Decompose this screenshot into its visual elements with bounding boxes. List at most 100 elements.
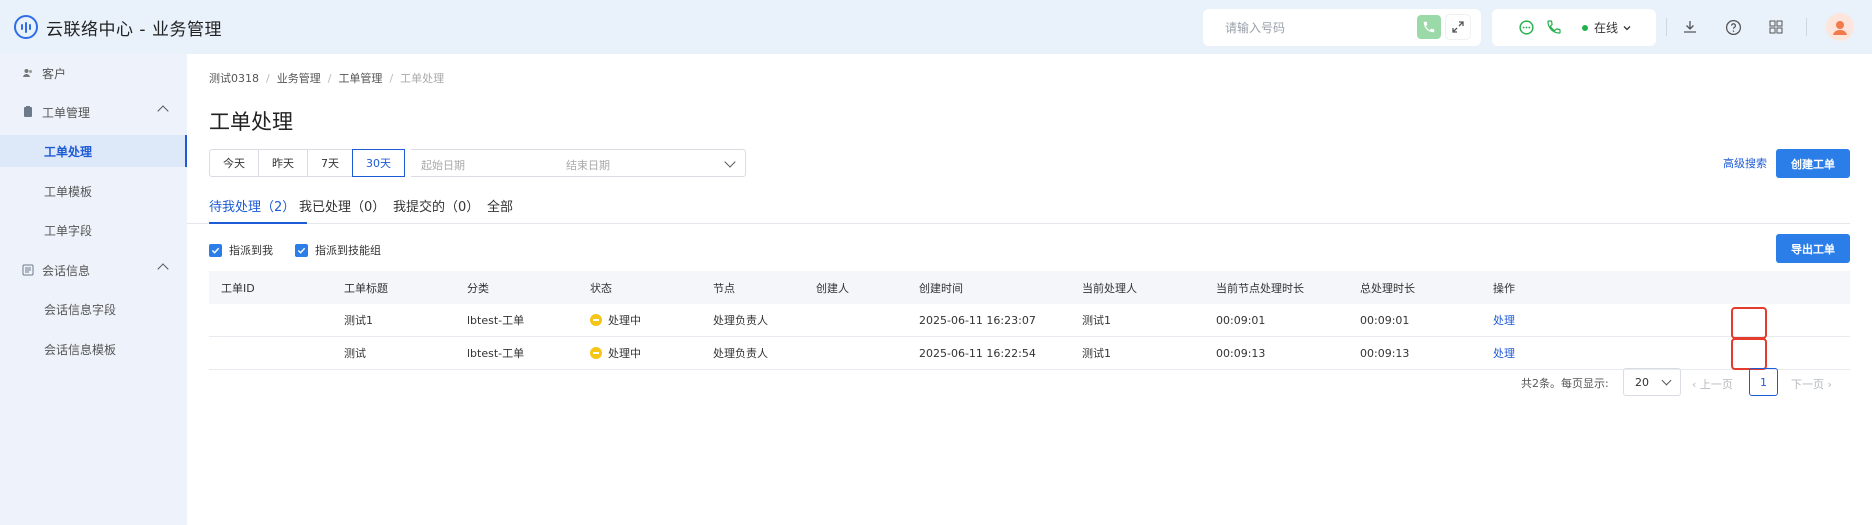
expand-button[interactable]: [1446, 15, 1470, 39]
chevron-down-icon: [1623, 25, 1631, 30]
ticket-icon: [22, 106, 34, 118]
call-button[interactable]: [1417, 15, 1441, 39]
sidebar-item-session-fields[interactable]: 会话信息字段: [0, 293, 187, 325]
assignment-filters: 指派到我 指派到技能组: [209, 242, 403, 258]
node-duration: 00:09:01: [1216, 313, 1266, 327]
status-dropdown[interactable]: 在线: [1574, 9, 1632, 46]
phone-number-input[interactable]: [1225, 20, 1405, 35]
column-header: 分类: [467, 281, 489, 295]
range-7days-button[interactable]: 7天: [307, 149, 353, 177]
checkbox-label: 指派到我: [229, 244, 273, 257]
ticket-category: lbtest-工单: [467, 314, 525, 327]
sidebar-item-label: 会话信息: [42, 263, 91, 278]
header-divider: [1806, 18, 1807, 36]
chevron-down-icon: [1661, 375, 1672, 386]
breadcrumb: 测试0318/ 业务管理 / 工单管理 / 工单处理: [209, 70, 445, 86]
active-tab-indicator: [209, 222, 307, 224]
sidebar-item-label: 工单处理: [44, 144, 93, 159]
ticket-table: 工单ID 工单标题 分类 状态 节点 创建人 创建时间 当前处理人 当前节点处理…: [209, 271, 1850, 370]
apps-icon[interactable]: [1766, 17, 1786, 37]
processing-status-icon: [590, 314, 602, 326]
process-ticket-link[interactable]: 处理: [1493, 345, 1515, 361]
date-range-picker[interactable]: 起始日期 结束日期: [411, 149, 746, 177]
sidebar-item-label: 会话信息模板: [44, 342, 117, 357]
pagination-summary: 共2条。每页显示:: [1521, 377, 1609, 390]
logo: 云联络中心 - 业务管理: [14, 15, 222, 40]
column-header: 状态: [590, 281, 612, 295]
sidebar-item-ticket-management[interactable]: 工单管理: [0, 96, 187, 128]
column-header: 当前处理人: [1082, 281, 1137, 295]
sidebar-item-session-template[interactable]: 会话信息模板: [0, 333, 187, 365]
sidebar-item-ticket-processing[interactable]: 工单处理: [0, 135, 187, 167]
agent-status-box: 在线: [1492, 9, 1656, 46]
assigned-to-skill-group-checkbox[interactable]: 指派到技能组: [295, 242, 381, 258]
page-number-current[interactable]: 1: [1749, 368, 1778, 396]
call-icon: [1423, 21, 1435, 33]
sidebar-item-ticket-template[interactable]: 工单模板: [0, 175, 187, 207]
dial-box: [1203, 9, 1481, 46]
checkbox-label: 指派到技能组: [315, 244, 381, 257]
breadcrumb-item[interactable]: 业务管理: [277, 70, 321, 86]
export-ticket-button[interactable]: 导出工单: [1776, 234, 1850, 263]
ticket-handler: 测试1: [1082, 314, 1111, 327]
chat-icon[interactable]: [1518, 19, 1535, 39]
table-row[interactable]: 测试 lbtest-工单 处理中 处理负责人 2025-06-11 16:22:…: [209, 337, 1850, 370]
ticket-tabs: 待我处理（2） 我已处理（0） 我提交的（0） 全部: [187, 186, 1850, 224]
download-icon[interactable]: [1680, 17, 1700, 37]
tab-submitted[interactable]: 我提交的（0）: [393, 196, 479, 215]
highlight-box: [1731, 338, 1767, 370]
prev-page-button[interactable]: ‹ 上一页: [1692, 376, 1733, 392]
next-page-button[interactable]: 下一页 ›: [1791, 376, 1832, 392]
advanced-search-link[interactable]: 高级搜索: [1723, 155, 1767, 171]
breadcrumb-item[interactable]: 测试0318: [209, 70, 259, 86]
page-size-value: 20: [1635, 375, 1649, 389]
avatar[interactable]: [1826, 13, 1854, 41]
tab-pending[interactable]: 待我处理（2）: [209, 196, 295, 215]
sidebar-item-label: 工单模板: [44, 184, 93, 199]
tab-processed[interactable]: 我已处理（0）: [299, 196, 385, 215]
column-header: 创建人: [816, 281, 849, 295]
logo-icon: [14, 15, 38, 39]
sidebar-item-session-info[interactable]: 会话信息: [0, 254, 187, 286]
tab-all[interactable]: 全部: [487, 196, 513, 215]
ticket-category: lbtest-工单: [467, 347, 525, 360]
ticket-title: 测试1: [344, 314, 373, 327]
range-today-button[interactable]: 今天: [209, 149, 259, 177]
app-title: 云联络中心 - 业务管理: [46, 19, 222, 40]
customer-icon: [22, 67, 34, 79]
ticket-node: 处理负责人: [713, 314, 768, 327]
sidebar-item-ticket-fields[interactable]: 工单字段: [0, 214, 187, 246]
node-duration: 00:09:13: [1216, 346, 1266, 360]
range-30days-button[interactable]: 30天: [352, 149, 405, 177]
table-row[interactable]: 测试1 lbtest-工单 处理中 处理负责人 2025-06-11 16:23…: [209, 304, 1850, 337]
online-dot: [1582, 24, 1588, 31]
column-header: 创建时间: [919, 281, 963, 295]
column-header: 操作: [1493, 281, 1515, 295]
prev-page-label: 上一页: [1699, 378, 1733, 391]
processing-status-icon: [590, 347, 602, 359]
end-date-field[interactable]: 结束日期: [566, 157, 610, 173]
page-size-select[interactable]: 20: [1623, 368, 1681, 396]
help-icon[interactable]: [1723, 17, 1743, 37]
start-date-field[interactable]: 起始日期: [421, 157, 465, 173]
ticket-handler: 测试1: [1082, 347, 1111, 360]
assigned-to-me-checkbox[interactable]: 指派到我: [209, 242, 273, 258]
column-header: 总处理时长: [1360, 281, 1415, 295]
create-ticket-button[interactable]: 创建工单: [1776, 149, 1850, 178]
total-duration: 00:09:13: [1360, 346, 1410, 360]
range-yesterday-button[interactable]: 昨天: [258, 149, 308, 177]
chevron-up-icon: [157, 105, 169, 117]
process-ticket-link[interactable]: 处理: [1493, 312, 1515, 328]
checkbox-checked-icon: [209, 243, 222, 257]
ticket-status: 处理中: [590, 345, 641, 361]
breadcrumb-item[interactable]: 工单管理: [338, 70, 382, 86]
phone-icon[interactable]: [1546, 19, 1562, 38]
column-header: 当前节点处理时长: [1216, 281, 1304, 295]
sidebar: 客户 工单管理 工单处理 工单模板 工单字段 会话信息 会话信息字段 会话信息模…: [0, 54, 187, 525]
status-label: 处理中: [608, 314, 641, 327]
sidebar-item-label: 会话信息字段: [44, 302, 117, 317]
next-page-label: 下一页: [1791, 378, 1824, 391]
header-divider: [1666, 18, 1667, 36]
sidebar-item-customer[interactable]: 客户: [0, 57, 187, 89]
highlight-box: [1731, 307, 1767, 339]
